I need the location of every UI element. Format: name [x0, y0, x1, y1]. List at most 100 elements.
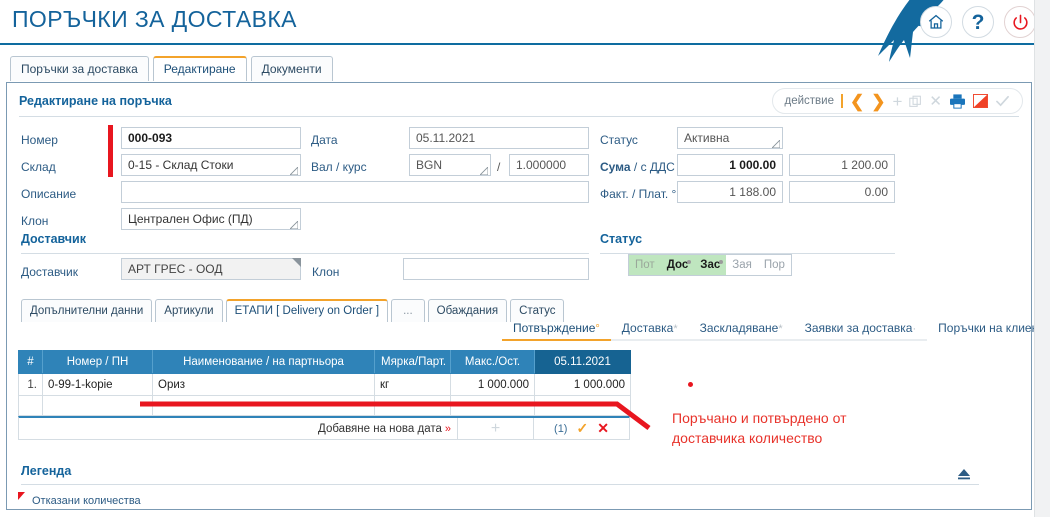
subnav-zaskladyavane-label: Заскладяване [699, 321, 779, 335]
input-description[interactable] [121, 181, 589, 203]
help-icon[interactable]: ? [962, 6, 994, 38]
status-chip-por[interactable]: Пор [758, 255, 791, 275]
print-icon[interactable] [949, 93, 966, 109]
sectab-status[interactable]: Статус [510, 299, 565, 322]
label-warehouse: Склад [21, 160, 56, 174]
currency-separator: / [497, 160, 501, 174]
subnav-potvarzhdenie[interactable]: Потвърждение° [502, 321, 611, 341]
app-header: ПОРЪЧКИ ЗА ДОСТАВКА ? [0, 0, 1050, 62]
label-description: Описание [21, 187, 77, 201]
delete-x-icon[interactable]: ✕ [929, 94, 942, 109]
subnav-potvarzhdenie-label: Потвърждение [513, 321, 596, 335]
cell-number: 0-99-1-kopie [42, 373, 153, 396]
label-sum-rest: / с ДДС ° [633, 160, 683, 174]
label-branch: Клон [21, 214, 49, 228]
input-number[interactable]: 000-093 [121, 127, 301, 149]
status-chip-dos-dot [687, 260, 692, 264]
label-status: Статус [600, 133, 638, 147]
supplier-divider [21, 253, 589, 254]
th-date[interactable]: 05.11.2021 [534, 350, 631, 374]
subnav-zayavki-marker: · [912, 323, 917, 335]
status-chip-zas-label: Зас [700, 259, 721, 271]
status-chip-zas[interactable]: Зас [694, 259, 726, 271]
action-label[interactable]: действие [785, 95, 834, 107]
status-chips-active-group: Пот Дос Зас [629, 255, 727, 275]
input-currency-rate[interactable]: 1.000000 [509, 154, 589, 176]
annotation-line-2: доставчика количество [672, 430, 823, 446]
confirm-check-icon[interactable] [995, 94, 1010, 108]
prev-chevron-icon[interactable]: ❮ [850, 93, 864, 110]
th-max[interactable]: Макс./Ост. [450, 350, 535, 374]
label-sum: Сума / с ДДС ° [600, 160, 683, 174]
th-unit[interactable]: Мярка/Парт. [374, 350, 451, 374]
section-tab-bar: Допълнителни данни Артикули ЕТАПИ [ Deli… [21, 299, 565, 322]
th-number[interactable]: Номер / ПН [42, 350, 153, 374]
annotation-arrow [140, 401, 651, 430]
power-icon[interactable] [1004, 6, 1036, 38]
table-header-row: # Номер / ПН Наименование / на партньора… [18, 350, 631, 374]
main-panel: Редактиране на поръчка действие ❮ ❯ + ✕ [6, 82, 1050, 510]
branch-resize-icon [290, 221, 298, 229]
collapse-up-icon[interactable] [955, 467, 973, 481]
panel-section-title: Редактиране на поръчка [19, 94, 172, 108]
label-sum-bold: Сума [600, 160, 631, 174]
input-status[interactable]: Активна [677, 127, 783, 149]
input-currency[interactable]: BGN [409, 154, 491, 176]
required-marker [108, 125, 113, 177]
status-chip-zaya[interactable]: Зая [726, 255, 758, 275]
input-date[interactable]: 05.11.2021 [409, 127, 589, 149]
status-chip-dos-label: Дос [666, 259, 689, 271]
input-branch[interactable]: Централен Офис (ПД) [121, 208, 301, 230]
supplier-dropdown-icon[interactable] [292, 258, 301, 267]
copy-icon[interactable] [909, 95, 922, 108]
toolbar-separator [840, 94, 843, 108]
right-scroll-strip[interactable] [1034, 0, 1050, 517]
subnav-dostavka[interactable]: Доставка* [610, 321, 689, 341]
legend-title: Легенда [21, 464, 72, 478]
tab-porachki-za-dostavka[interactable]: Поръчки за доставка [10, 56, 149, 81]
input-sum-vat[interactable]: 1 200.00 [789, 154, 895, 176]
status-section-title: Статус [600, 232, 643, 246]
th-index[interactable]: # [18, 350, 43, 374]
label-number: Номер [21, 133, 58, 147]
next-chevron-icon[interactable]: ❯ [871, 93, 885, 110]
sectab-obazhdaniya[interactable]: Обаждания [427, 299, 508, 322]
subnav-zayavki-label: Заявки за доставка [804, 321, 913, 335]
right-strip-border [1034, 0, 1035, 517]
panel-title-divider [19, 116, 1019, 117]
export-icon[interactable] [973, 94, 988, 108]
subnav-zaskladyavane[interactable]: Заскладяване* [688, 321, 794, 341]
subnav-potvarzhdenie-marker: ° [595, 323, 600, 335]
action-toolbar: действие ❮ ❯ + ✕ [771, 88, 1023, 114]
input-supplier-branch[interactable] [403, 258, 589, 280]
status-chip-pot[interactable]: Пот [629, 259, 661, 271]
input-warehouse[interactable]: 0-15 - Склад Стоки [121, 154, 301, 176]
input-supplier[interactable]: АРТ ГРЕС - ООД [121, 258, 301, 280]
supplier-section-title: Доставчик [21, 232, 86, 246]
input-paid[interactable]: 0.00 [789, 181, 895, 203]
input-sum[interactable]: 1 000.00 [677, 154, 783, 176]
status-resize-icon [772, 140, 780, 148]
subnav-porachki-na-klienti[interactable]: Поръчки на клиенти· [927, 321, 1050, 341]
status-chip-zaya-label: Зая [732, 259, 752, 271]
tab-redaktirane[interactable]: Редактиране [152, 56, 247, 81]
legend-divider [21, 484, 979, 485]
label-fact: Факт. / Плат. ° [600, 187, 677, 201]
subnav-dostavka-marker: * [673, 323, 678, 335]
sectab-dopalnitelni-danni[interactable]: Допълнителни данни [21, 299, 153, 322]
page-title: ПОРЪЧКИ ЗА ДОСТАВКА [12, 6, 297, 32]
input-fact[interactable]: 1 188.00 [677, 181, 783, 203]
status-chip-por-label: Пор [763, 259, 785, 271]
label-currency: Вал / курс [311, 160, 367, 174]
add-plus-icon[interactable]: + [892, 93, 902, 110]
sectab-etapi[interactable]: ЕТАПИ [ Delivery on Order ] [225, 299, 389, 322]
status-chip-dos[interactable]: Дос [661, 259, 695, 271]
subnav-zayavki-za-dostavka[interactable]: Заявки за доставка· [793, 321, 928, 341]
home-icon[interactable] [920, 6, 952, 38]
sectab-artikuli[interactable]: Артикули [155, 299, 223, 322]
tab-dokumenti[interactable]: Документи [250, 56, 333, 81]
th-name[interactable]: Наименование / на партньора [152, 350, 375, 374]
subnav-dostavka-label: Доставка [621, 321, 674, 335]
status-chip-zas-dot [719, 260, 724, 264]
sectab-more[interactable]: ... [391, 299, 425, 322]
